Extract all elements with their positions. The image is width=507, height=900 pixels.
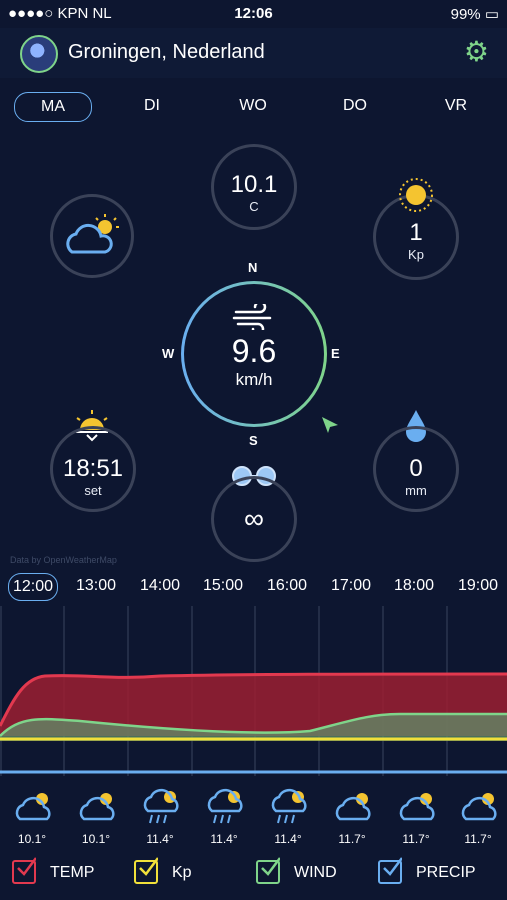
hour-item-17[interactable]: 17:00 — [322, 573, 380, 599]
compass-north: N — [248, 260, 258, 275]
forecast-item[interactable]: 11.4° — [256, 785, 320, 846]
compass-south: S — [249, 433, 258, 448]
forecast-item[interactable]: 11.7° — [320, 785, 384, 846]
forecast-item[interactable]: 10.1° — [0, 785, 64, 846]
rain-icon — [271, 788, 307, 824]
wind-icon — [232, 300, 272, 336]
hour-item-19[interactable]: 19:00 — [449, 573, 507, 599]
forecast-item[interactable]: 11.7° — [384, 785, 448, 846]
forecast-item[interactable]: 11.4° — [128, 785, 192, 846]
forecast-item[interactable]: 11.4° — [192, 785, 256, 846]
rain-icon — [143, 788, 179, 824]
status-bar: ●●●●○ KPN NL 12:06 99% ▭ — [0, 0, 507, 28]
sunset-label: set — [84, 483, 102, 498]
partly-cloudy-icon — [79, 793, 115, 821]
day-tabs: MA DI WO DO VR — [0, 92, 507, 122]
partly-cloudy-icon — [335, 793, 371, 821]
forecast-temp: 11.4° — [146, 832, 174, 846]
visibility-value: ∞ — [244, 503, 264, 534]
partly-cloudy-icon — [66, 214, 119, 254]
toggle-kp-label: Kp — [172, 864, 192, 881]
battery-label: 99% ▭ — [450, 6, 499, 23]
forecast-temp: 11.7° — [338, 832, 366, 846]
kp-value: 1 — [409, 219, 423, 246]
wind-speed-unit: km/h — [235, 370, 273, 389]
toggle-precip-label: PRECIP — [416, 864, 476, 881]
partly-cloudy-icon — [399, 793, 435, 821]
compass-east: E — [331, 346, 340, 361]
location-avatar[interactable] — [20, 35, 58, 73]
forecast-item[interactable]: 11.7° — [446, 785, 507, 846]
tab-day-wo[interactable]: WO — [215, 92, 291, 120]
forecast-item[interactable]: 10.1° — [64, 785, 128, 846]
checkbox-icon — [12, 857, 36, 884]
header: Groningen, Nederland ⚙ — [0, 28, 507, 78]
checkbox-icon — [134, 857, 158, 884]
hour-item-13[interactable]: 13:00 — [67, 573, 125, 599]
kp-unit: Kp — [408, 247, 424, 262]
rain-icon — [207, 788, 243, 824]
wind-direction-arrow-icon — [322, 417, 338, 433]
weather-condition-ring[interactable] — [50, 194, 134, 278]
precip-ring[interactable]: 0 mm — [373, 426, 459, 512]
tab-day-ma[interactable]: MA — [14, 92, 92, 122]
precip-value: 0 — [409, 455, 423, 482]
hour-selector: 12:00 13:00 14:00 15:00 16:00 17:00 18:0… — [0, 573, 507, 601]
clock-label: 12:06 — [234, 5, 273, 22]
toggle-wind-label: WIND — [294, 864, 337, 881]
partly-cloudy-icon — [461, 793, 497, 821]
sunset-ring[interactable]: 18:51 set — [50, 426, 136, 512]
precip-unit: mm — [405, 483, 427, 498]
forecast-temp: 11.4° — [210, 832, 238, 846]
checkbox-icon — [256, 857, 280, 884]
compass-west: W — [162, 346, 175, 361]
hour-item-18[interactable]: 18:00 — [385, 573, 443, 599]
forecast-temp: 10.1° — [81, 832, 111, 846]
temperature-value: 10.1 — [230, 171, 278, 198]
temperature-unit: C — [249, 199, 259, 214]
partly-cloudy-icon — [15, 793, 51, 821]
graph-legend: TEMP Kp WIND PRECIP — [0, 857, 507, 894]
hour-item-15[interactable]: 15:00 — [194, 573, 252, 599]
tab-day-do[interactable]: DO — [317, 92, 393, 120]
forecast-graph[interactable] — [0, 606, 507, 776]
hour-item-16[interactable]: 16:00 — [258, 573, 316, 599]
hour-item-14[interactable]: 14:00 — [131, 573, 189, 599]
data-source-credit: Data by OpenWeatherMap — [10, 555, 117, 565]
forecast-temp: 11.7° — [402, 832, 430, 846]
tab-day-vr[interactable]: VR — [418, 92, 494, 120]
forecast-temp: 11.4° — [274, 832, 302, 846]
sunset-time: 18:51 — [62, 455, 124, 482]
city-title: Groningen, Nederland — [68, 41, 265, 63]
hour-item-12[interactable]: 12:00 — [8, 573, 58, 601]
checkbox-icon — [378, 857, 402, 884]
toggle-temp-label: TEMP — [50, 864, 95, 881]
forecast-temp: 10.1° — [17, 832, 47, 846]
tab-day-di[interactable]: DI — [114, 92, 190, 120]
temperature-ring[interactable]: 10.1 C — [211, 144, 297, 230]
wind-speed-value: 9.6 — [231, 333, 277, 369]
sun-icon — [399, 178, 433, 212]
forecast-temp: 11.7° — [464, 832, 492, 846]
visibility-ring[interactable]: ∞ — [211, 476, 297, 562]
wind-ring[interactable]: 9.6 km/h — [181, 281, 327, 427]
gear-icon[interactable]: ⚙ — [464, 37, 489, 67]
